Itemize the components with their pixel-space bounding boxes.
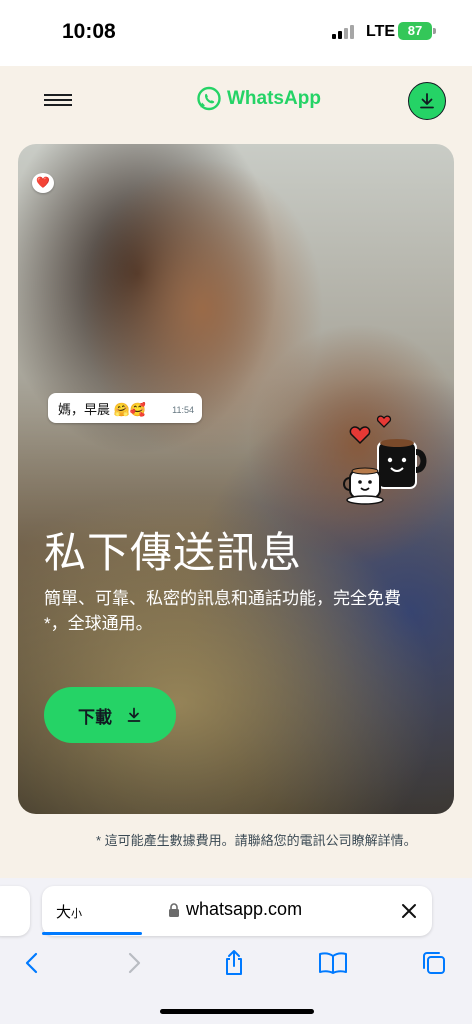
address-bar[interactable]: 大小 whatsapp.com	[42, 886, 432, 936]
chat-bubble-time: 11:54	[172, 405, 194, 415]
download-arrow-icon	[127, 707, 141, 722]
battery-level: 87	[407, 23, 423, 38]
browser-chrome: 大小 whatsapp.com	[0, 878, 472, 1024]
hero-title: 私下傳送訊息	[44, 529, 303, 576]
forward-icon[interactable]	[119, 948, 149, 978]
text-size-big: 大	[56, 904, 72, 921]
hamburger-menu-icon[interactable]	[44, 94, 72, 108]
tabs-icon[interactable]	[419, 948, 449, 978]
header-download-button[interactable]	[408, 82, 446, 120]
previous-tab-preview[interactable]	[0, 886, 30, 936]
coffee-cups-hearts-sticker	[343, 415, 427, 505]
cellular-signal-icon	[332, 25, 356, 39]
home-indicator	[160, 1009, 314, 1014]
whatsapp-logo-icon	[197, 86, 221, 111]
hero-card: 媽，早晨 🤗🥰 11:54 ❤️ 私下傳送訊息 簡單、可靠、私密的訊息和通話功能…	[18, 144, 454, 814]
download-button-label: 下載	[78, 707, 112, 727]
download-arrow-icon	[420, 93, 434, 109]
lock-icon	[169, 902, 179, 917]
chat-bubble: 媽，早晨 🤗🥰 11:54	[48, 393, 202, 423]
footnote: * 這可能產生數據費用。請聯絡您的電訊公司瞭解詳情。	[96, 833, 417, 848]
battery-cap	[433, 28, 436, 34]
url-display[interactable]: whatsapp.com	[168, 899, 302, 920]
bookmarks-icon[interactable]	[318, 948, 348, 978]
status-time: 10:08	[62, 20, 116, 43]
download-button[interactable]: 下載	[44, 687, 176, 743]
network-type: LTE	[366, 23, 396, 40]
browser-toolbar	[0, 942, 472, 986]
website-content: WhatsApp 媽，早晨 🤗🥰 11:54 ❤️ 私下傳送訊息 簡單、可靠、私…	[0, 66, 472, 878]
page-load-progress	[42, 932, 142, 935]
battery-icon: 87	[398, 22, 432, 40]
hero-subtitle: 簡單、可靠、私密的訊息和通話功能，完全免費*，全球通用。	[44, 589, 401, 633]
close-icon[interactable]	[398, 900, 420, 922]
text-size-button[interactable]: 大小	[56, 901, 82, 922]
screen: 10:08 LTE 87 WhatsApp 媽，早晨 🤗🥰 11:54 ❤️ 私…	[0, 0, 472, 1024]
text-size-small: 小	[71, 908, 83, 920]
status-bar: 10:08 LTE 87	[0, 0, 472, 66]
brand-name: WhatsApp	[227, 88, 321, 109]
chat-bubble-text: 媽，早晨 🤗🥰	[58, 402, 146, 417]
heart-reaction-icon: ❤️	[32, 173, 54, 193]
back-icon[interactable]	[17, 948, 47, 978]
share-icon[interactable]	[219, 948, 249, 978]
url-text: whatsapp.com	[186, 899, 303, 919]
whatsapp-brand[interactable]: WhatsApp	[196, 84, 321, 114]
